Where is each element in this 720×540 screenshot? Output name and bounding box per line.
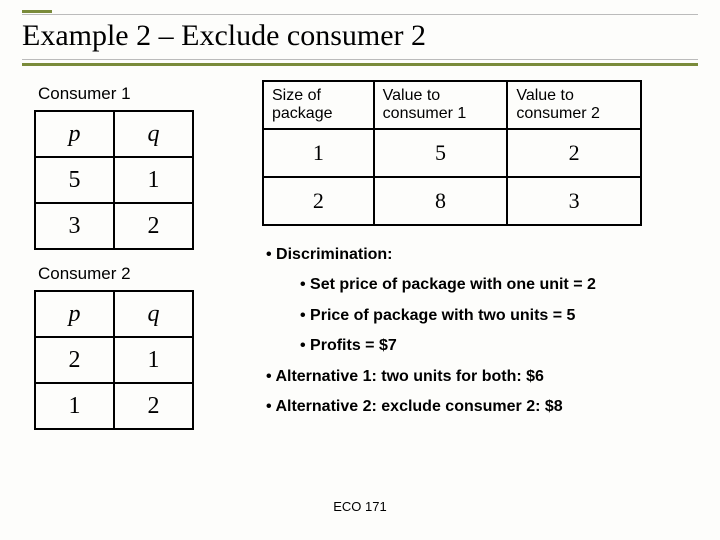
cell: 2	[35, 337, 114, 383]
cell: 2	[263, 177, 374, 225]
bullet-item: • Discrimination:	[266, 240, 698, 270]
col-header: Value to consumer 2	[507, 81, 641, 129]
cell: 5	[35, 157, 114, 203]
consumer2-label: Consumer 2	[38, 264, 234, 284]
cell: 2	[114, 383, 193, 429]
cell: 1	[35, 383, 114, 429]
cell: 2	[507, 129, 641, 177]
col-header: q	[114, 111, 193, 157]
cell: 2	[114, 203, 193, 249]
title-area: Example 2 – Exclude consumer 2	[0, 0, 720, 66]
value-table: Size of package Value to consumer 1 Valu…	[262, 80, 642, 226]
col-header: p	[35, 291, 114, 337]
col-header: q	[114, 291, 193, 337]
footer-text: ECO 171	[0, 499, 720, 514]
cell: 1	[114, 337, 193, 383]
col-header: Value to consumer 1	[374, 81, 508, 129]
bullet-list: • Discrimination: • Set price of package…	[262, 240, 698, 422]
col-header: p	[35, 111, 114, 157]
cell: 5	[374, 129, 508, 177]
cell: 8	[374, 177, 508, 225]
consumer1-label: Consumer 1	[38, 84, 234, 104]
bullet-item: • Profits = $7	[300, 331, 698, 361]
bullet-item: • Alternative 2: exclude consumer 2: $8	[266, 392, 698, 422]
consumer2-table: p q 2 1 1 2	[34, 290, 194, 430]
accent-rule	[22, 10, 52, 13]
consumer1-table: p q 5 1 3 2	[34, 110, 194, 250]
thin-rule	[22, 59, 698, 60]
cell: 3	[507, 177, 641, 225]
cell: 1	[114, 157, 193, 203]
bullet-item: • Set price of package with one unit = 2	[300, 270, 698, 300]
col-header: Size of package	[263, 81, 374, 129]
cell: 1	[263, 129, 374, 177]
bullet-item: • Alternative 1: two units for both: $6	[266, 362, 698, 392]
slide-title: Example 2 – Exclude consumer 2	[22, 15, 698, 59]
cell: 3	[35, 203, 114, 249]
bullet-item: • Price of package with two units = 5	[300, 301, 698, 331]
